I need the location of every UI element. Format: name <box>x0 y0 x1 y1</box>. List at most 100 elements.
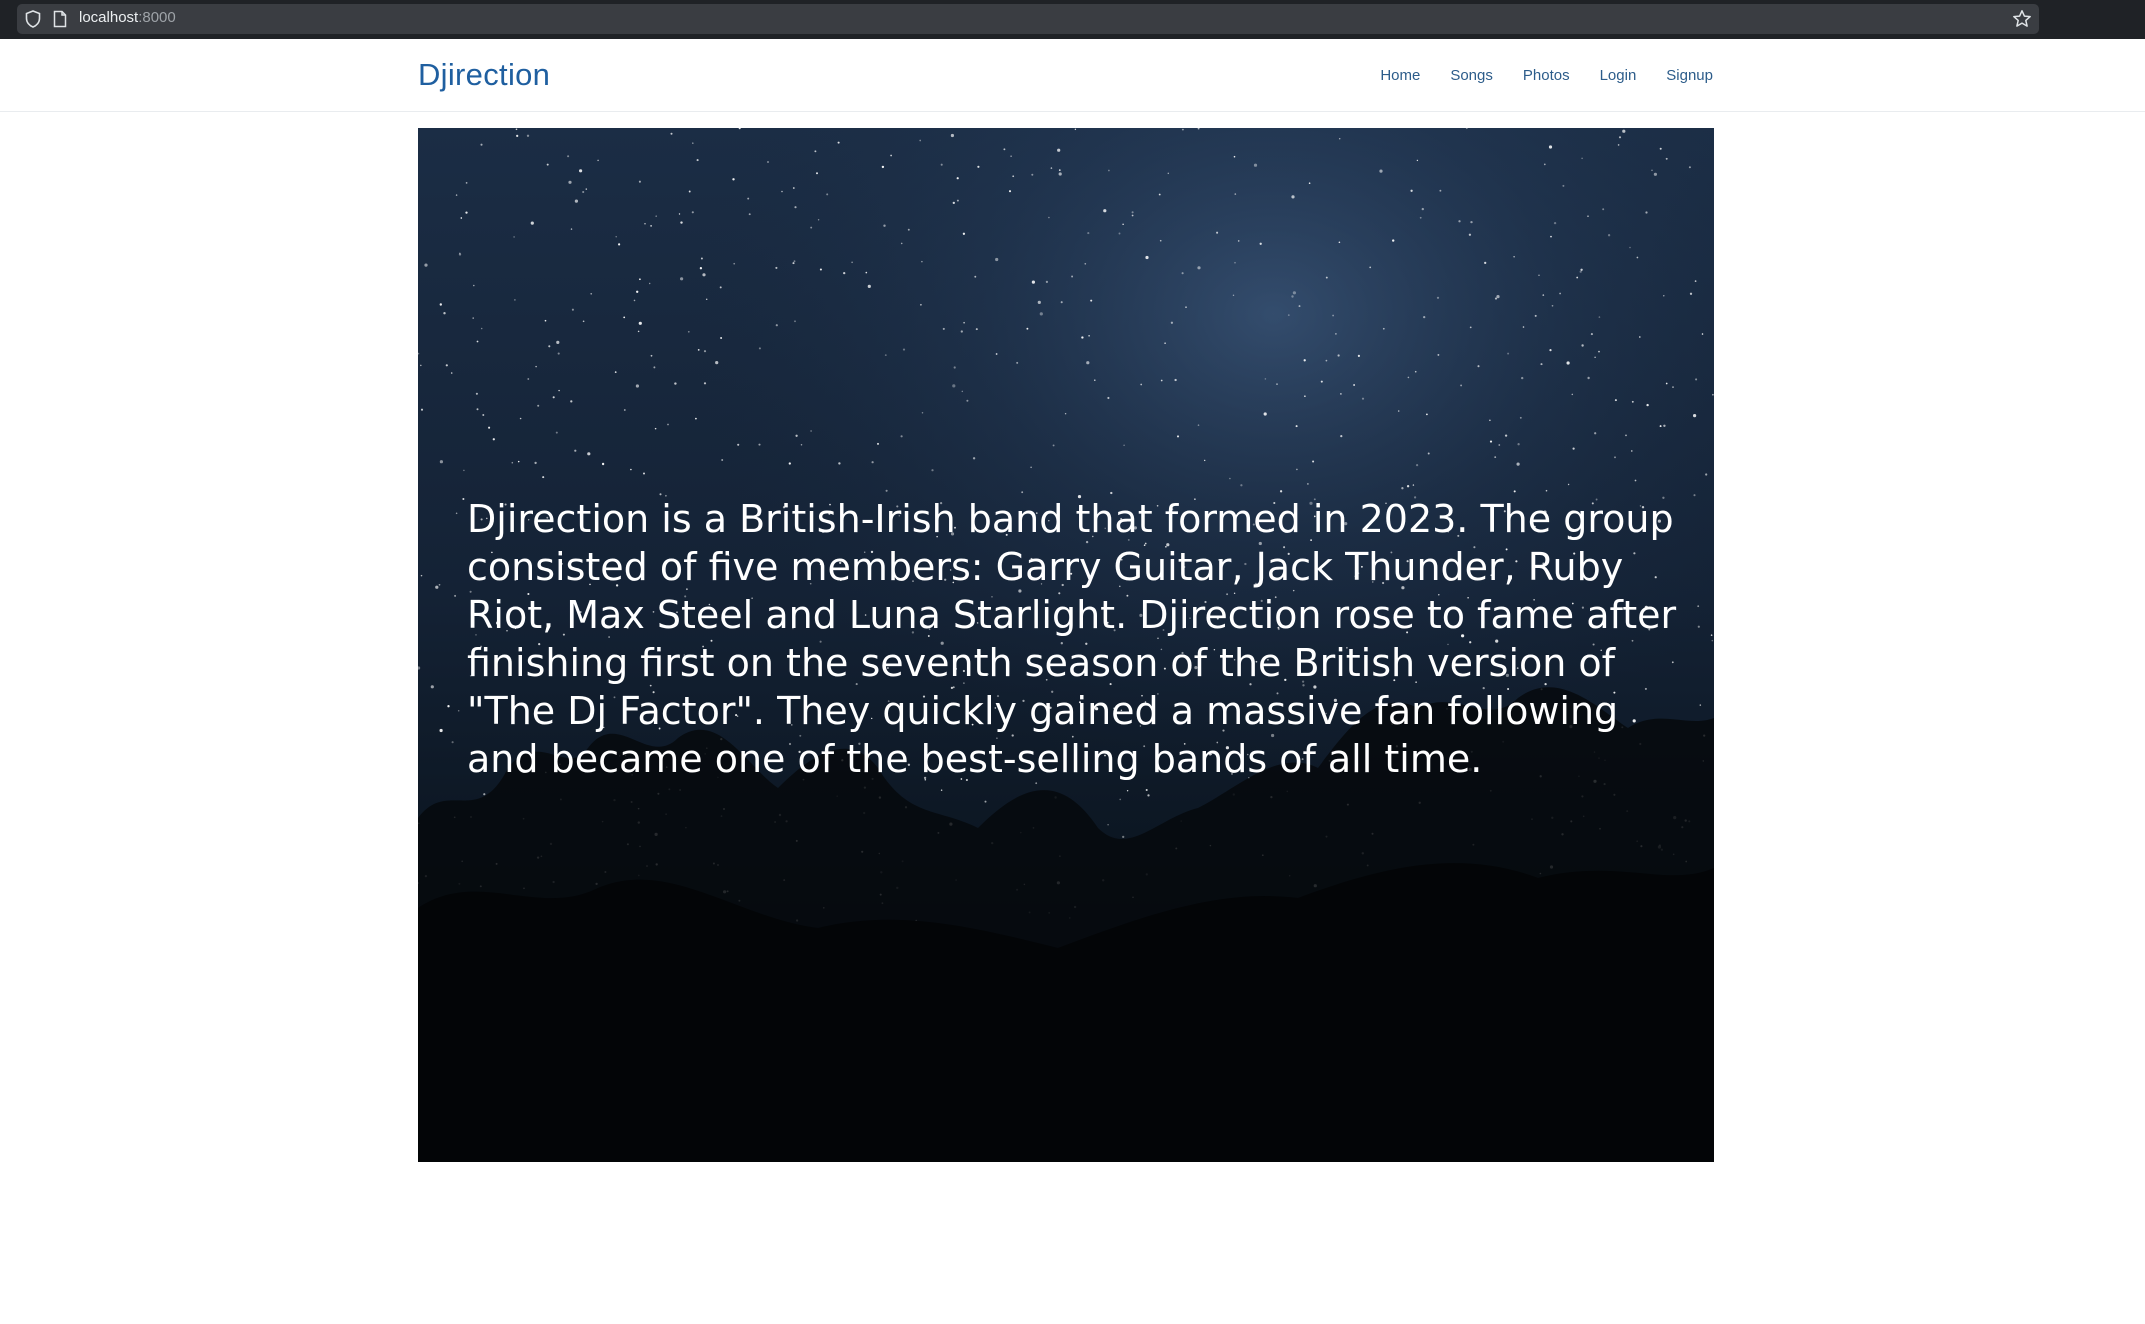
star <box>1126 789 1129 792</box>
star <box>1517 443 1520 446</box>
star <box>1651 169 1653 172</box>
star <box>1484 261 1487 265</box>
star <box>519 417 522 420</box>
star <box>1665 157 1668 160</box>
star <box>1549 349 1552 352</box>
star <box>1594 356 1596 359</box>
star <box>1489 419 1491 422</box>
star <box>1064 412 1067 415</box>
star <box>1427 452 1430 455</box>
star <box>1436 296 1440 299</box>
star <box>1710 634 1713 636</box>
star <box>516 134 519 138</box>
star <box>537 404 540 407</box>
star <box>1158 193 1161 196</box>
star <box>630 468 632 471</box>
star <box>1312 460 1315 463</box>
star <box>1021 491 1024 494</box>
nav-login[interactable]: Login <box>1600 65 1637 87</box>
star <box>1553 221 1557 225</box>
star <box>1086 361 1090 365</box>
star <box>1618 136 1622 139</box>
star <box>687 330 690 333</box>
star <box>597 159 599 162</box>
star <box>1012 175 1015 178</box>
star <box>1008 190 1012 193</box>
nav-signup[interactable]: Signup <box>1666 65 1713 87</box>
brand-logo-link[interactable]: Djirection <box>418 57 550 93</box>
star <box>1216 231 1219 234</box>
star <box>482 414 485 416</box>
star <box>1425 413 1428 416</box>
star <box>1361 397 1365 400</box>
star <box>960 330 963 333</box>
star <box>953 366 956 369</box>
star <box>1237 240 1240 242</box>
star <box>457 710 460 712</box>
star <box>650 225 652 227</box>
star <box>719 286 722 289</box>
star <box>1145 788 1148 792</box>
star <box>1103 209 1107 213</box>
shield-icon[interactable] <box>25 10 41 28</box>
star <box>715 361 719 365</box>
star <box>1571 393 1574 396</box>
url-bar[interactable] <box>17 4 2039 34</box>
star <box>940 789 943 791</box>
star <box>1581 157 1583 160</box>
star <box>800 443 803 446</box>
url-text[interactable]: localhost:8000 <box>79 8 176 28</box>
star <box>644 223 646 225</box>
star <box>1048 216 1050 219</box>
star <box>1695 378 1698 381</box>
star <box>680 221 683 224</box>
star <box>1693 414 1697 418</box>
star <box>1406 485 1410 488</box>
star <box>1567 483 1570 486</box>
star <box>1159 239 1162 242</box>
star <box>775 266 778 269</box>
star <box>695 417 697 420</box>
star <box>1259 242 1262 245</box>
star <box>865 271 868 274</box>
star <box>810 430 812 432</box>
star <box>1416 159 1419 162</box>
star-icon[interactable] <box>2012 9 2032 29</box>
star <box>445 364 448 367</box>
star <box>463 469 465 472</box>
star <box>638 321 642 325</box>
star <box>1638 336 1641 338</box>
star <box>1423 315 1426 319</box>
star <box>555 431 558 434</box>
star <box>952 201 955 205</box>
star <box>420 408 424 411</box>
star <box>1291 295 1294 298</box>
star <box>530 221 534 225</box>
star <box>1340 393 1342 395</box>
nav-songs[interactable]: Songs <box>1450 65 1493 87</box>
star <box>1697 625 1700 628</box>
star <box>513 236 515 238</box>
star <box>1287 314 1290 316</box>
star <box>618 243 621 246</box>
star <box>1357 354 1360 357</box>
hero-banner: Djirection is a British-Irish band that … <box>418 128 1714 1162</box>
star <box>1232 294 1235 297</box>
star <box>1031 173 1034 176</box>
star <box>793 260 796 263</box>
url-host: localhost <box>79 9 139 26</box>
star <box>1084 262 1087 265</box>
star <box>1052 444 1055 447</box>
star <box>1496 295 1500 299</box>
star <box>556 340 560 344</box>
star <box>571 308 574 311</box>
nav-photos[interactable]: Photos <box>1523 65 1570 87</box>
star <box>473 284 475 287</box>
star <box>1489 440 1493 443</box>
star <box>1625 434 1627 437</box>
nav-home[interactable]: Home <box>1380 65 1420 87</box>
star <box>1705 473 1708 476</box>
star <box>1058 172 1062 176</box>
star <box>1298 305 1301 308</box>
star <box>881 165 885 169</box>
